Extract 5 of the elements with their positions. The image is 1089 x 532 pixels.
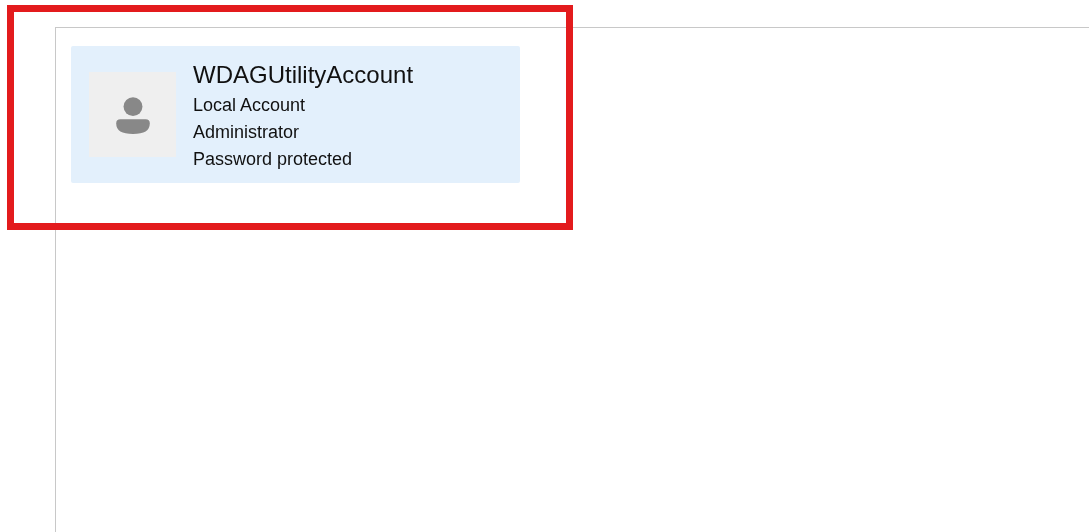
account-name: WDAGUtilityAccount <box>193 60 414 90</box>
account-detail: Local Account <box>193 94 307 117</box>
account-card[interactable]: WDAGUtilityAccount Local Account Administrator Password protected <box>71 46 520 183</box>
account-detail: Password protected <box>193 148 354 171</box>
account-detail: Administrator <box>193 121 301 144</box>
